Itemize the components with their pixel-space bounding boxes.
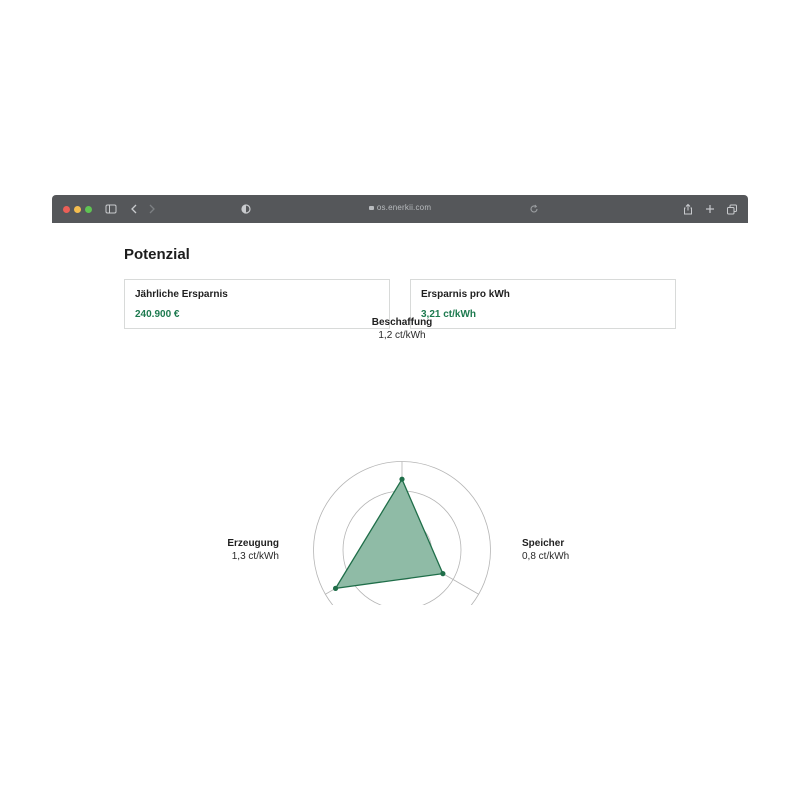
browser-window: os.enerkii.com Potenzial Jährliche Erspa…: [52, 195, 748, 605]
axis-name-speicher: Speicher: [522, 538, 564, 549]
page-content: Potenzial Jährliche Ersparnis 240.900 € …: [52, 223, 748, 605]
axis-value-speicher: 0,8 ct/kWh: [522, 551, 569, 562]
share-icon[interactable]: [681, 202, 695, 216]
url-text: os.enerkii.com: [376, 203, 432, 212]
lock-icon: [368, 206, 374, 210]
tab-overview-icon[interactable]: [725, 202, 739, 216]
reload-icon[interactable]: [527, 202, 541, 216]
data-point-1: [440, 571, 446, 577]
radar-chart: Beschaffung 1,2 ct/kWh Speicher 0,8 ct/kWh E…: [227, 317, 569, 605]
axis-name-erzeugung: Erzeugung: [227, 538, 279, 549]
axis-value-erzeugung: 1,3 ct/kWh: [232, 551, 279, 562]
browser-toolbar: os.enerkii.com: [52, 195, 748, 223]
address-bar[interactable]: os.enerkii.com: [52, 203, 748, 212]
axis-value-beschaffung: 1,2 ct/kWh: [378, 330, 425, 341]
data-point-0: [399, 476, 405, 482]
new-tab-icon[interactable]: [703, 202, 717, 216]
axis-name-beschaffung: Beschaffung: [372, 317, 433, 328]
data-point-2: [332, 585, 339, 591]
